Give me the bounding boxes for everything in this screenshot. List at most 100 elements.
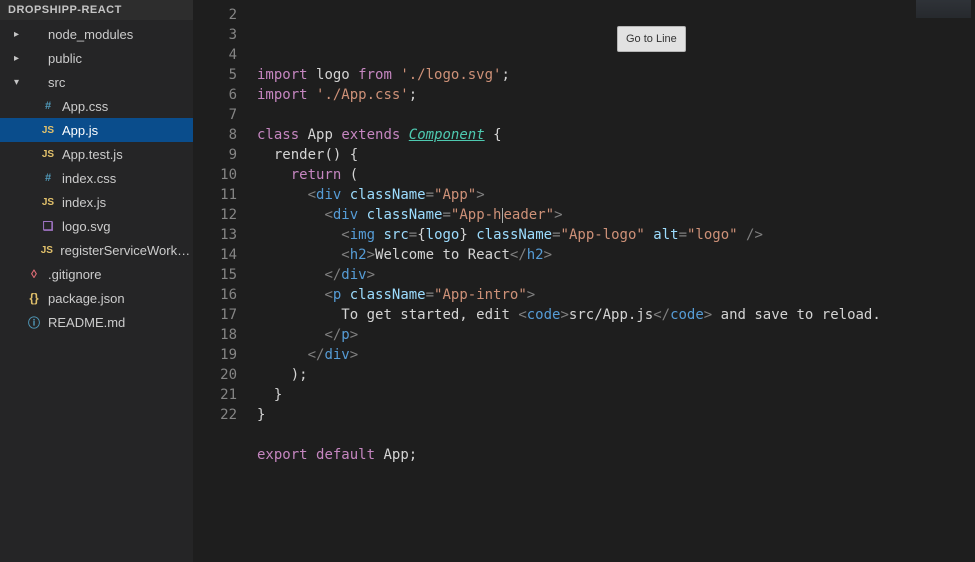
code-area[interactable]: Go to Line import logo from './logo.svg'… [257,0,975,562]
json-icon: {} [26,290,42,306]
md-icon: ⓘ [26,314,42,330]
css-icon: # [40,170,56,186]
go-to-line-tooltip: Go to Line [617,26,686,52]
file-tree-label: App.js [62,123,98,138]
line-number: 5 [193,65,237,85]
token-tagb: < [324,207,332,223]
token-tagb: </ [653,307,670,323]
code-editor[interactable]: 2345678910111213141516171819202122 Go to… [193,0,975,562]
code-line[interactable]: ); [257,365,975,385]
file-tree-label: App.css [62,99,108,114]
line-number: 4 [193,45,237,65]
token-tagb: > [560,307,568,323]
code-line[interactable] [257,465,975,485]
file-tree-item[interactable]: JSindex.js [0,190,193,214]
code-line[interactable]: return ( [257,165,975,185]
file-tree-item[interactable]: JSregisterServiceWorker.... [0,238,193,262]
token-from: from [358,67,392,83]
file-tree-item[interactable]: JSApp.test.js [0,142,193,166]
svg-icon: ❏ [40,218,56,234]
code-line[interactable]: </div> [257,345,975,365]
code-line[interactable] [257,425,975,445]
code-line[interactable]: To get started, edit <code>src/App.js</c… [257,305,975,325]
minimap-viewport[interactable] [916,0,971,18]
token-brace: } [459,227,467,243]
file-tree-item[interactable]: JS App.js [0,118,193,142]
css-icon: # [40,98,56,114]
code-line[interactable]: import logo from './logo.svg'; [257,65,975,85]
token-tagb: < [308,187,316,203]
code-line[interactable] [257,105,975,125]
token-punc [257,167,291,183]
line-number: 7 [193,105,237,125]
token-punc [257,247,341,263]
folder-twisty-icon[interactable]: ▸ [14,53,24,64]
js-icon: JS [40,122,56,138]
token-attr: alt [653,227,678,243]
token-punc [299,127,307,143]
code-line[interactable]: <p className="App-intro"> [257,285,975,305]
js-icon: JS [40,146,56,162]
file-tree-item[interactable]: ❏logo.svg [0,214,193,238]
line-number: 14 [193,245,237,265]
explorer-section-header[interactable]: DROPSHIPP-REACT [0,0,193,20]
code-line[interactable]: <img src={logo} className="App-logo" alt… [257,225,975,245]
line-number: 2 [193,5,237,25]
code-line[interactable]: <div className="App-header"> [257,205,975,225]
file-tree-item[interactable]: #index.css [0,166,193,190]
code-line[interactable]: } [257,385,975,405]
code-line[interactable]: </p> [257,325,975,345]
js-icon: JS [39,242,54,258]
file-tree-item[interactable]: ▸node_modules [0,22,193,46]
token-punc [341,287,349,303]
file-tree-item[interactable]: ▸ public [0,46,193,70]
code-line[interactable]: <div className="App"> [257,185,975,205]
line-number: 18 [193,325,237,345]
line-number: 13 [193,225,237,245]
token-var: src/App.js [569,307,653,323]
token-kw: extends [341,127,400,143]
minimap[interactable] [905,0,975,562]
token-tagb: > [527,287,535,303]
code-line[interactable]: export default App; [257,445,975,465]
line-number: 20 [193,365,237,385]
folder-twisty-icon[interactable]: ▾ [14,77,24,88]
file-tree-item[interactable]: {}package.json [0,286,193,310]
token-tagb: > [544,247,552,263]
file-tree-label: public [48,51,82,66]
line-number: 21 [193,385,237,405]
token-tagb: = [426,287,434,303]
code-line[interactable]: <h2>Welcome to React</h2> [257,245,975,265]
file-tree-item[interactable]: ◊.gitignore [0,262,193,286]
code-line[interactable]: } [257,405,975,425]
token-tagb: /> [746,227,763,243]
line-number: 10 [193,165,237,185]
token-punc [341,187,349,203]
token-tagb: </ [510,247,527,263]
token-var: Welcome to React [375,247,510,263]
file-tree-item[interactable]: # App.css [0,94,193,118]
token-tagb: < [341,227,349,243]
file-tree-label: src [48,75,65,90]
token-attrval: "App-intro" [434,287,527,303]
file-tree-item[interactable]: ⓘREADME.md [0,310,193,334]
token-punc [257,227,341,243]
token-tagb: </ [308,347,325,363]
code-line[interactable]: render() { [257,145,975,165]
token-kw: export [257,447,308,463]
file-tree-item[interactable]: ▾ src [0,70,193,94]
app-root: DROPSHIPP-REACT ▸node_modules▸public▾src… [0,0,975,562]
code-line[interactable]: class App extends Component { [257,125,975,145]
token-var: App [383,447,408,463]
code-line[interactable]: import './App.css'; [257,85,975,105]
token-tagb: > [367,267,375,283]
token-tag: div [316,187,341,203]
folder-twisty-icon[interactable]: ▸ [14,29,24,40]
token-punc: } [257,407,265,423]
token-tagb: > [704,307,712,323]
token-attrval: "App-h [451,207,502,223]
token-punc [350,67,358,83]
token-var: App [308,127,333,143]
code-line[interactable]: </div> [257,265,975,285]
token-punc: ; [409,447,417,463]
